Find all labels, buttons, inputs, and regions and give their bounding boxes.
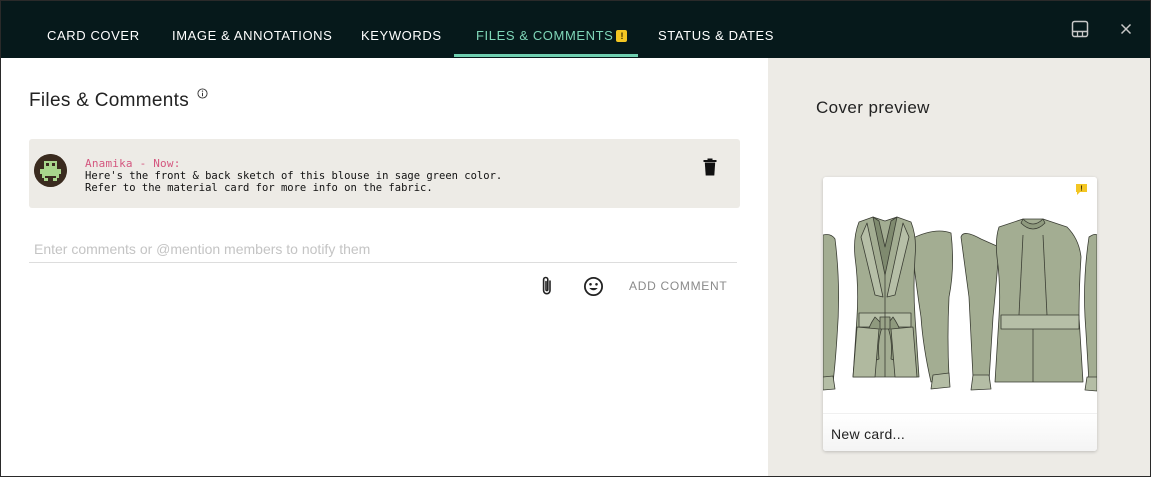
warning-badge-text: ! — [1080, 186, 1082, 193]
files-comments-panel: Files & Comments Anamika - Now: Here's t… — [1, 58, 768, 476]
panel-layout-icon[interactable] — [1070, 19, 1090, 39]
avatar — [34, 154, 67, 187]
tab-image-annotations[interactable]: IMAGE & ANNOTATIONS — [172, 1, 332, 58]
preview-title: Cover preview — [816, 98, 930, 117]
tab-bar: CARD COVER IMAGE & ANNOTATIONS KEYWORDS … — [1, 1, 1150, 58]
tab-label: CARD COVER — [47, 28, 140, 43]
comment-author: Anamika - Now: — [85, 157, 181, 170]
info-icon[interactable] — [197, 88, 208, 99]
tab-label: KEYWORDS — [361, 28, 442, 43]
close-icon[interactable] — [1116, 19, 1136, 39]
tab-label: IMAGE & ANNOTATIONS — [172, 28, 333, 43]
warning-badge: ! — [616, 30, 628, 42]
cover-preview-panel: Cover preview ! New card... — [768, 58, 1150, 476]
active-tab-indicator — [454, 54, 638, 57]
comment-input[interactable] — [29, 236, 737, 263]
section-title: Files & Comments — [29, 90, 190, 111]
card-title: New card... — [831, 426, 906, 442]
paperclip-icon[interactable] — [538, 275, 556, 297]
tab-status-dates[interactable]: STATUS & DATES — [658, 1, 774, 58]
tab-card-cover[interactable]: CARD COVER — [47, 1, 140, 58]
tab-label: STATUS & DATES — [658, 28, 775, 43]
warning-badge-icon: ! — [1076, 184, 1087, 195]
card-preview[interactable]: ! New card... — [823, 177, 1097, 451]
comment-text-line: Refer to the material card for more info… — [85, 182, 433, 194]
tab-label: FILES & COMMENTS — [476, 28, 614, 43]
emoji-icon[interactable] — [583, 276, 604, 297]
tab-files-comments[interactable]: FILES & COMMENTS! — [476, 1, 628, 58]
trash-icon[interactable] — [702, 158, 718, 176]
card-editor-window: CARD COVER IMAGE & ANNOTATIONS KEYWORDS … — [0, 0, 1151, 477]
blouse-sketch-image — [823, 177, 1097, 413]
tab-keywords[interactable]: KEYWORDS — [361, 1, 442, 58]
card-footer: New card... — [823, 413, 1097, 451]
add-comment-button[interactable]: ADD COMMENT — [629, 279, 727, 293]
comment-text-line: Here's the front & back sketch of this b… — [85, 170, 503, 182]
comment-item: Anamika - Now: Here's the front & back s… — [29, 139, 740, 208]
